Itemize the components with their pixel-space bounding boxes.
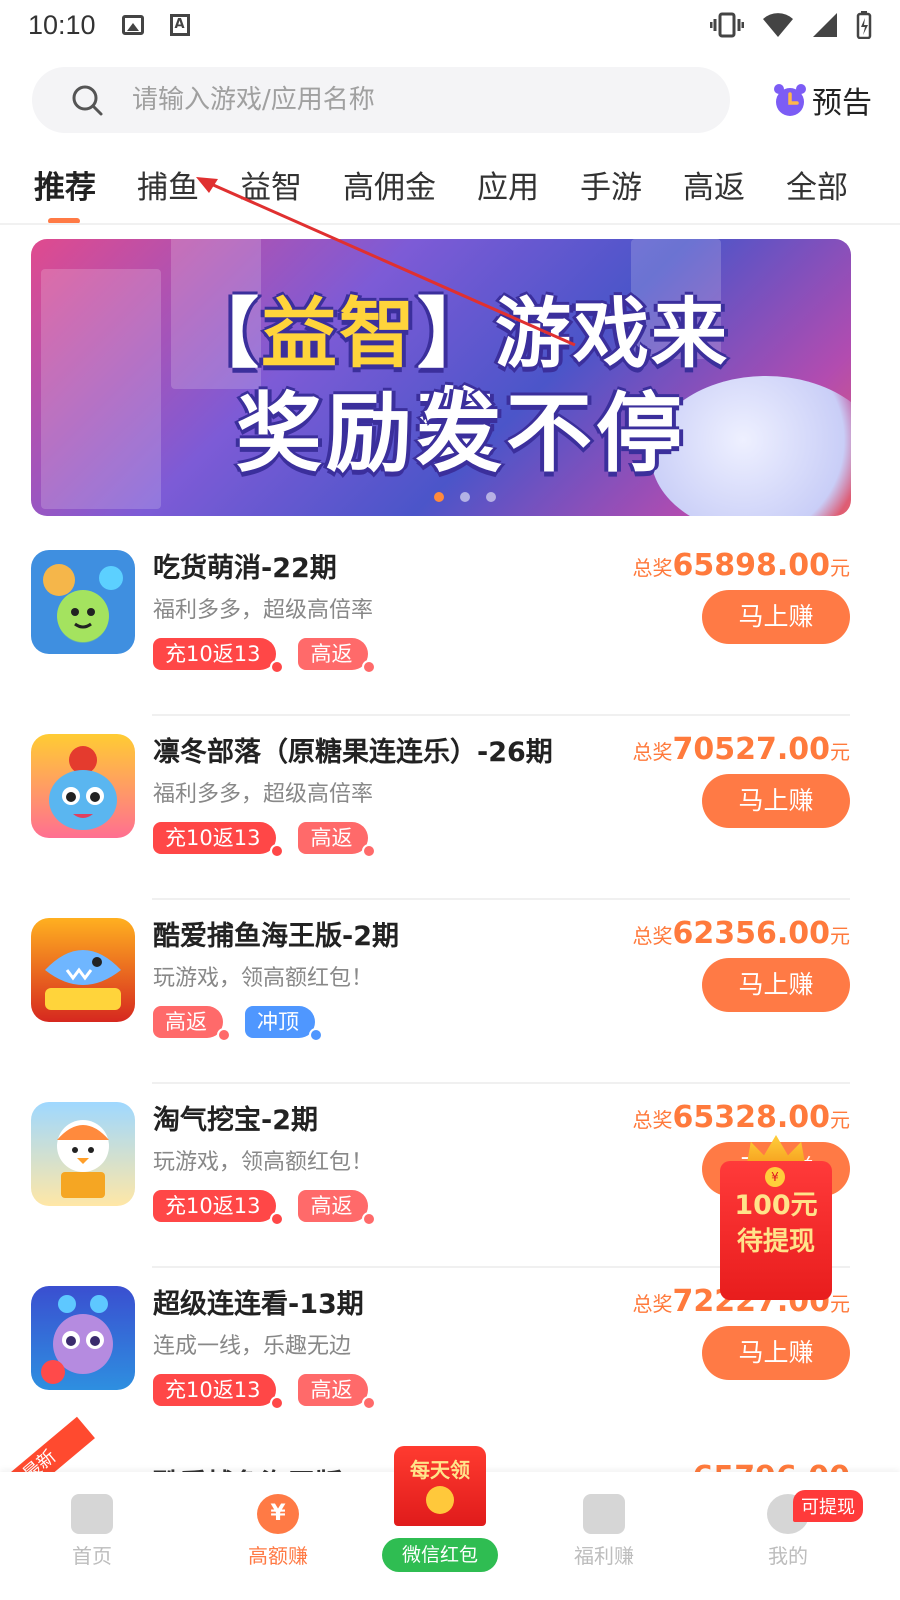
tag-list: 充10返13 高返 <box>153 1374 377 1410</box>
game-description: 玩游戏，领高额红包！ <box>153 1150 374 1175</box>
game-icon-art <box>41 1295 113 1384</box>
battery-icon <box>856 11 872 39</box>
preview-label: 预告 <box>812 86 872 121</box>
total-prize: 总奖70527.00元 <box>632 732 850 767</box>
total-prize: 总奖65328.00元 <box>632 1100 850 1135</box>
banner-subtitle: 奖励发不停 <box>236 384 686 484</box>
list-item[interactable]: 凛冬部落（原糖果连连乐）-26期 福利多多，超级高倍率 充10返13 高返 总奖… <box>0 716 900 900</box>
earn-now-button[interactable]: 马上赚 <box>702 590 850 644</box>
list-item[interactable]: 酷爱捕鱼海王版-2期 玩游戏，领高额红包！ 高返 冲顶 总奖62356.00元 … <box>0 900 900 1084</box>
game-title: 超级连连看-13期 <box>153 1289 364 1320</box>
status-time: 10:10 <box>28 9 96 40</box>
home-icon <box>71 1494 113 1534</box>
search-row: 预告 <box>32 67 872 133</box>
tab-high-return[interactable]: 高返 <box>683 150 745 224</box>
tag: 高返 <box>153 1006 231 1042</box>
red-packet-status: 待提现 <box>736 1227 815 1257</box>
yuan-bag-icon: ¥ <box>257 1494 299 1534</box>
alarm-clock-icon <box>774 84 806 116</box>
pagination-dot[interactable] <box>434 492 444 502</box>
tab-puzzle[interactable]: 益智 <box>240 150 302 224</box>
wifi-icon <box>763 13 793 37</box>
search-box[interactable] <box>32 67 730 133</box>
game-title: 凛冬部落（原糖果连连乐）-26期 <box>153 737 553 768</box>
earn-now-button[interactable]: 马上赚 <box>702 1326 850 1380</box>
game-icon-art <box>45 950 121 1010</box>
status-bar: 10:10 A <box>0 0 900 50</box>
tab-high-commission[interactable]: 高佣金 <box>343 150 436 224</box>
tab-mobile-games[interactable]: 手游 <box>580 150 642 224</box>
banner-pagination <box>434 492 496 502</box>
game-icon-art <box>57 1120 109 1198</box>
nav-welfare[interactable]: 福利赚 <box>544 1494 664 1569</box>
tab-fishing[interactable]: 捕鱼 <box>137 150 199 224</box>
category-tabs: 推荐 捕鱼 益智 高佣金 应用 手游 高返 全部 <box>0 150 900 224</box>
pagination-dot[interactable] <box>460 492 470 502</box>
wechat-red-packet-label: 微信红包 <box>382 1538 498 1572</box>
nav-high-earn[interactable]: ¥ 高额赚 <box>218 1494 338 1569</box>
game-icon <box>31 1286 135 1390</box>
tabs-divider <box>0 223 900 225</box>
game-title: 酷爱捕鱼海王版-2期 <box>153 921 399 952</box>
tag: 充10返13 <box>153 822 285 858</box>
game-title: 吃货萌消-22期 <box>153 553 337 584</box>
tag: 充10返13 <box>153 1190 285 1226</box>
game-icon-art <box>49 746 117 830</box>
tag: 高返 <box>298 638 377 674</box>
earn-now-button[interactable]: 马上赚 <box>702 958 850 1012</box>
tag: 冲顶 <box>245 1006 323 1042</box>
bottom-nav: 首页 ¥ 高额赚 每天领 微信红包 福利赚 我的 <box>0 1446 900 1600</box>
withdraw-badge: 可提现 <box>793 1490 863 1522</box>
tag-list: 高返 冲顶 <box>153 1006 323 1042</box>
pagination-dot[interactable] <box>486 492 496 502</box>
game-icon <box>31 918 135 1022</box>
game-icon <box>31 734 135 838</box>
preview-button[interactable]: 预告 <box>772 78 872 122</box>
game-description: 玩游戏，领高额红包！ <box>153 966 374 991</box>
tag: 充10返13 <box>153 638 285 674</box>
tag: 高返 <box>298 1374 377 1410</box>
red-packet-amount: 100元 <box>734 1190 818 1221</box>
nav-wechat-red-packet[interactable]: 每天领 微信红包 <box>380 1446 500 1576</box>
total-prize: 总奖62356.00元 <box>632 916 850 951</box>
vibrate-icon <box>710 12 744 38</box>
nav-home[interactable]: 首页 <box>32 1494 152 1569</box>
floating-red-packet[interactable]: ¥ 100元 待提现 <box>720 1135 832 1300</box>
game-description: 福利多多，超级高倍率 <box>153 782 374 807</box>
game-description: 福利多多，超级高倍率 <box>153 598 374 623</box>
list-item[interactable]: 吃货萌消-22期 福利多多，超级高倍率 充10返13 高返 总奖65898.00… <box>0 532 900 716</box>
gift-icon <box>583 1494 625 1534</box>
banner-building <box>41 269 161 509</box>
promo-banner[interactable]: 【益智】游戏来袭 奖励发不停 <box>31 239 851 516</box>
total-prize: 总奖65898.00元 <box>632 548 850 583</box>
game-title: 淘气挖宝-2期 <box>153 1105 318 1136</box>
tab-apps[interactable]: 应用 <box>477 150 539 224</box>
earn-now-button[interactable]: 马上赚 <box>702 774 850 828</box>
tab-recommend[interactable]: 推荐 <box>34 150 96 224</box>
search-icon <box>72 85 103 116</box>
coin-icon <box>426 1486 454 1514</box>
game-icon <box>31 550 135 654</box>
tag: 充10返13 <box>153 1374 285 1410</box>
game-icon-art <box>43 564 123 642</box>
image-notification-icon <box>121 15 144 35</box>
game-description: 连成一线，乐趣无边 <box>153 1334 352 1359</box>
tag-list: 充10返13 高返 <box>153 1190 377 1226</box>
tag: 高返 <box>298 822 377 858</box>
signal-icon <box>813 13 837 37</box>
tag-list: 充10返13 高返 <box>153 822 377 858</box>
tab-all[interactable]: 全部 <box>786 150 848 224</box>
tag: 高返 <box>298 1190 377 1226</box>
search-input[interactable] <box>132 85 692 115</box>
tag-list: 充10返13 高返 <box>153 638 377 674</box>
game-icon <box>31 1102 135 1206</box>
a-notification-icon: A <box>169 14 190 36</box>
